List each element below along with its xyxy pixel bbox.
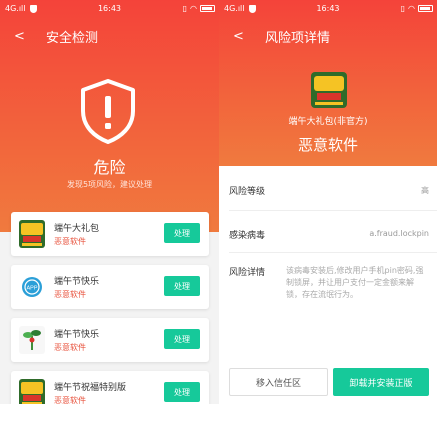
back-arrow-icon[interactable]: < <box>14 29 38 44</box>
back-arrow-icon[interactable]: < <box>233 29 257 44</box>
virus-value: a.fraud.lockpin <box>369 229 429 238</box>
malware-tag: 恶意软件 <box>54 396 86 404</box>
malware-tag: 恶意软件 <box>54 290 86 299</box>
page-title: 安全检测 <box>46 30 99 46</box>
danger-title: 危险 <box>93 158 126 177</box>
handle-button[interactable]: 处理 <box>164 276 200 296</box>
malware-tag: 恶意软件 <box>54 343 86 352</box>
detail-app-kind: 恶意软件 <box>297 136 358 154</box>
risk-detail-text: 该病毒安装后,修改用户手机pin密码,强制锁屏，并让用户支付一定金额来解锁，存在… <box>286 266 424 299</box>
svg-text:APP: APP <box>26 286 37 292</box>
app-name: 端午大礼包 <box>54 224 100 234</box>
virus-label: 感染病毒 <box>229 231 266 241</box>
risk-app-card[interactable]: APP 端午节快乐 恶意软件 处理 <box>11 265 209 309</box>
risk-detail-screen: 4G.ıll 16:43 ▯ ◠ < 风险项详情 端午大礼包(非官方) 恶意软件… <box>219 0 437 404</box>
detail-app-name: 端午大礼包(非官方) <box>288 117 368 127</box>
game-gift-icon <box>19 379 45 404</box>
divider <box>229 252 437 253</box>
risk-level-value: 高 <box>421 186 429 195</box>
wifi-icon: ◠ <box>190 4 197 13</box>
uninstall-reinstall-button[interactable]: 卸载并安装正版 <box>333 368 429 396</box>
handle-button[interactable]: 处理 <box>164 223 200 243</box>
battery-icon <box>200 5 215 12</box>
handle-button[interactable]: 处理 <box>164 382 200 402</box>
risk-level-label: 风险等级 <box>229 187 266 197</box>
danger-shield-icon <box>81 79 135 144</box>
battery-icon <box>418 5 433 12</box>
app-icon: APP <box>19 273 45 301</box>
game-gift-icon <box>311 72 347 108</box>
divider <box>229 210 437 211</box>
danger-subtitle: 发现5项风险，建议处理 <box>66 180 153 189</box>
handle-button[interactable]: 处理 <box>164 329 200 349</box>
app-name: 端午节快乐 <box>54 330 100 340</box>
app-name: 端午节快乐 <box>54 277 100 287</box>
app-name: 端午节祝福特别版 <box>54 383 127 393</box>
game-gift-icon <box>19 220 45 248</box>
vibrate-icon: ▯ <box>182 4 188 13</box>
status-bar: 4G.ıll 16:43 ▯ ◠ <box>219 0 437 18</box>
title-bar: < 风险项详情 <box>219 26 437 46</box>
risk-detail-label: 风险详情 <box>229 268 266 278</box>
status-bar: 4G.ıll 16:43 ▯ ◠ <box>0 0 219 18</box>
plant-icon <box>19 326 45 354</box>
wifi-icon: ◠ <box>408 4 415 13</box>
security-scan-screen: 4G.ıll 16:43 ▯ ◠ < 安全检测 危险 发现5项风险，建议处理 端… <box>0 0 219 404</box>
title-bar: < 安全检测 <box>0 26 219 46</box>
risk-app-card[interactable]: 端午节快乐 恶意软件 处理 <box>11 318 209 362</box>
page-title: 风险项详情 <box>265 30 331 46</box>
malware-tag: 恶意软件 <box>54 237 86 246</box>
move-to-trust-button[interactable]: 移入信任区 <box>229 368 328 396</box>
risk-app-card[interactable]: 端午节祝福特别版 恶意软件 处理 <box>11 371 209 404</box>
vibrate-icon: ▯ <box>400 4 406 13</box>
risk-app-card[interactable]: 端午大礼包 恶意软件 处理 <box>11 212 209 256</box>
